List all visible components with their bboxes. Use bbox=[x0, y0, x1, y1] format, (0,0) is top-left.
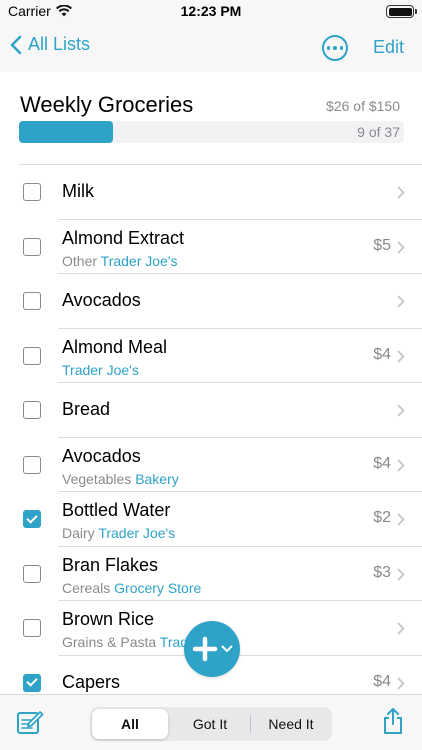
compose-note-icon bbox=[17, 711, 44, 734]
list-item[interactable]: Bread bbox=[0, 383, 422, 438]
item-store[interactable]: Trader Joe's bbox=[62, 362, 139, 378]
back-button[interactable]: All Lists bbox=[10, 34, 90, 55]
item-store[interactable]: Grocery Store bbox=[114, 580, 201, 596]
chevron-right-icon bbox=[397, 677, 405, 690]
item-category: Grains & Pasta bbox=[62, 634, 157, 650]
item-count: 9 of 37 bbox=[357, 124, 400, 140]
filter-need-it-tab[interactable]: Need It bbox=[252, 709, 330, 739]
item-checkbox[interactable] bbox=[23, 237, 41, 256]
edit-button[interactable]: Edit bbox=[373, 37, 404, 58]
item-checkbox[interactable] bbox=[23, 346, 41, 365]
filter-all-tab[interactable]: All bbox=[92, 709, 168, 739]
chevron-right-icon bbox=[397, 568, 405, 581]
divider bbox=[250, 715, 251, 733]
item-name: Bran Flakes bbox=[62, 554, 159, 575]
item-name: Avocados bbox=[62, 290, 141, 310]
item-price: $2 bbox=[373, 509, 391, 526]
chevron-right-icon bbox=[397, 350, 405, 363]
ellipsis-dot bbox=[326, 46, 331, 50]
item-name: Bread bbox=[62, 399, 111, 419]
filter-segmented-control: All Got It Need It bbox=[90, 707, 332, 741]
item-checkbox[interactable] bbox=[23, 183, 41, 202]
chevron-right-icon bbox=[397, 622, 405, 635]
chevron-right-icon bbox=[397, 186, 405, 199]
plus-icon bbox=[192, 636, 217, 662]
item-checkbox[interactable] bbox=[23, 673, 41, 692]
status-bar: Carrier 12:23 PM bbox=[0, 0, 422, 24]
progress-bar bbox=[19, 121, 404, 143]
progress-bar-fill bbox=[19, 121, 113, 143]
item-checkbox[interactable] bbox=[23, 455, 41, 474]
list-item[interactable]: Almond Meal Trader Joe's $4 bbox=[0, 329, 422, 383]
item-category: Other bbox=[62, 252, 98, 269]
share-icon bbox=[384, 708, 402, 734]
item-store[interactable]: Trader Joe's bbox=[101, 253, 178, 269]
ellipsis-dot bbox=[339, 46, 344, 50]
item-details: Trader Joe's bbox=[62, 362, 139, 378]
item-details: Other Trader Joe's bbox=[62, 253, 178, 269]
item-name: Milk bbox=[62, 181, 94, 201]
item-category: Cereals bbox=[62, 579, 111, 596]
item-name: Capers bbox=[62, 671, 121, 692]
list-item[interactable]: Bottled Water Dairy Trader Joe's $2 bbox=[0, 492, 422, 547]
chevron-right-icon bbox=[397, 404, 405, 417]
item-name: Bottled Water bbox=[62, 500, 171, 520]
item-price: $4 bbox=[373, 454, 391, 472]
list-item[interactable]: Bran Flakes Cereals Grocery Store $3 bbox=[0, 547, 422, 601]
item-checkbox[interactable] bbox=[23, 401, 41, 420]
list-header: Weekly Groceries $26 of $150 9 of 37 bbox=[0, 72, 422, 165]
chevron-right-icon bbox=[397, 459, 405, 472]
chevron-right-icon bbox=[397, 513, 405, 526]
item-name: Almond Meal bbox=[62, 336, 168, 357]
item-price: $3 bbox=[373, 563, 391, 581]
item-name: Almond Extract bbox=[62, 227, 185, 248]
item-checkbox[interactable] bbox=[23, 510, 41, 529]
list-item[interactable]: Milk bbox=[0, 165, 422, 220]
navigation-bar: All Lists Edit bbox=[0, 24, 422, 72]
item-price: $4 bbox=[373, 672, 391, 690]
item-checkbox[interactable] bbox=[23, 619, 41, 638]
item-price: $5 bbox=[373, 236, 391, 254]
list-title: Weekly Groceries bbox=[20, 92, 194, 117]
item-checkbox[interactable] bbox=[23, 564, 41, 583]
item-details: Dairy Trader Joe's bbox=[62, 525, 175, 541]
list-item[interactable]: Almond Extract Other Trader Joe's $5 bbox=[0, 220, 422, 274]
list-item[interactable]: Avocados Vegetables Bakery $4 bbox=[0, 438, 422, 492]
back-label: All Lists bbox=[28, 34, 91, 54]
bottom-toolbar: All Got It Need It bbox=[0, 694, 422, 750]
item-name: Brown Rice bbox=[62, 609, 155, 629]
filter-got-it-tab[interactable]: Got It bbox=[172, 709, 248, 739]
chevron-left-icon bbox=[10, 35, 22, 54]
item-category: Dairy bbox=[62, 525, 95, 541]
budget-summary: $26 of $150 bbox=[326, 98, 400, 114]
item-name: Avocados bbox=[62, 445, 141, 466]
share-button[interactable] bbox=[382, 707, 404, 740]
item-category: Vegetables bbox=[62, 470, 132, 487]
clock: 12:23 PM bbox=[180, 3, 242, 19]
chevron-right-icon bbox=[397, 295, 405, 308]
more-options-button[interactable] bbox=[322, 35, 348, 61]
item-price: $4 bbox=[373, 345, 391, 363]
item-checkbox[interactable] bbox=[23, 292, 41, 311]
ellipsis-dot bbox=[333, 46, 337, 50]
add-item-button[interactable] bbox=[184, 621, 240, 677]
battery-icon bbox=[386, 5, 417, 18]
chevron-down-icon bbox=[221, 645, 232, 652]
item-store[interactable]: Bakery bbox=[135, 471, 179, 487]
list-item[interactable]: Avocados bbox=[0, 274, 422, 329]
item-store[interactable]: Trader Joe's bbox=[98, 525, 175, 541]
item-details: Cereals Grocery Store bbox=[62, 580, 201, 596]
notes-button[interactable] bbox=[16, 709, 44, 740]
item-details: Vegetables Bakery bbox=[62, 471, 179, 487]
chevron-right-icon bbox=[397, 241, 405, 254]
